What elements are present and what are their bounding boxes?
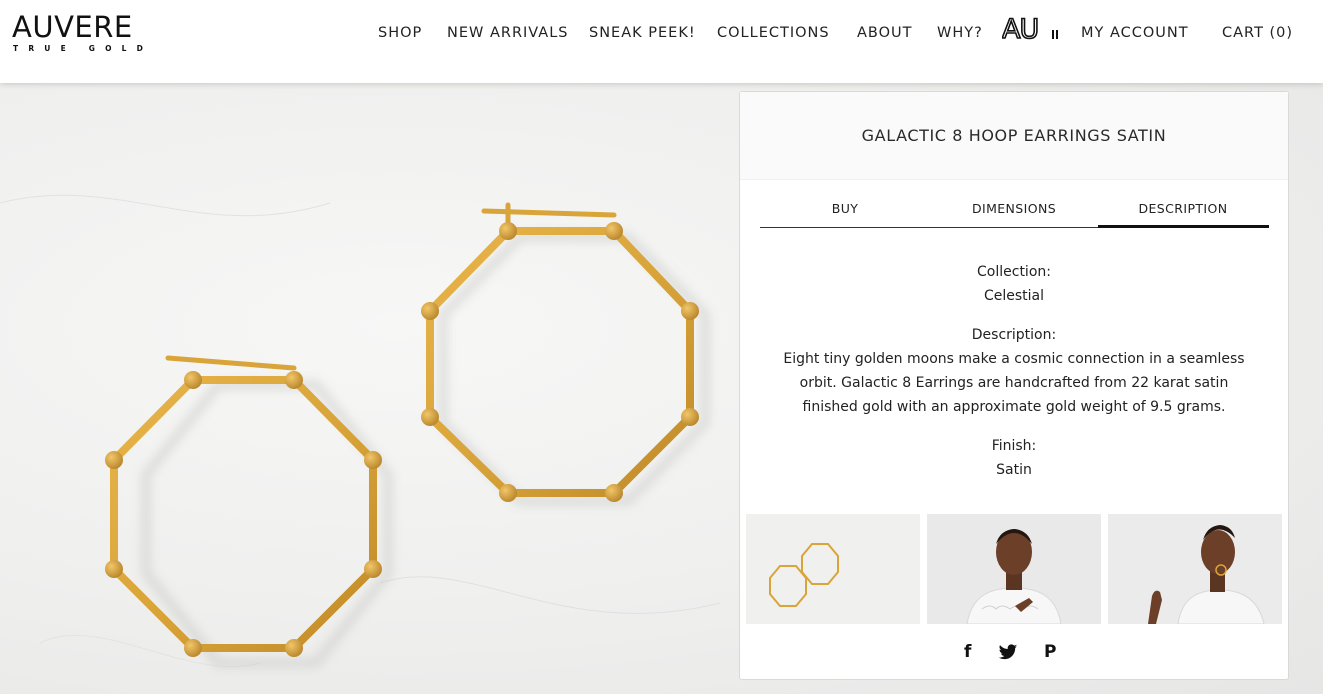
description-text: Eight tiny golden moons make a cosmic co… — [783, 351, 1245, 415]
right-hoop-earring — [421, 202, 699, 502]
product-tabs: BUY DIMENSIONS DESCRIPTION — [760, 184, 1269, 228]
tab-buy[interactable]: BUY — [760, 201, 930, 216]
brand-name: AUVERE — [12, 10, 133, 44]
thumbnail-gallery — [746, 514, 1283, 624]
tab-description[interactable]: DESCRIPTION — [1098, 201, 1268, 216]
au-logo-icon[interactable]: AU — [1001, 13, 1060, 46]
thumbnail-earrings[interactable] — [746, 514, 920, 624]
tab-dimensions[interactable]: DIMENSIONS — [929, 201, 1099, 216]
au-logo-text: AU — [1002, 14, 1038, 43]
description-content: Collection: Celestial Description: Eight… — [740, 260, 1288, 482]
description-label: Description: — [971, 327, 1057, 343]
nav-why[interactable]: WHY? — [937, 25, 983, 41]
earrings-illustration — [0, 194, 721, 668]
product-info-panel: GALACTIC 8 HOOP EARRINGS SATIN BUY DIMEN… — [739, 91, 1289, 680]
finish-value: Satin — [996, 462, 1032, 478]
nav-new-arrivals[interactable]: NEW ARRIVALS — [447, 25, 569, 41]
nav-my-account[interactable]: MY ACCOUNT — [1081, 25, 1189, 41]
facebook-icon[interactable]: f — [964, 642, 971, 662]
brand-tagline: TRUE GOLD — [13, 44, 154, 53]
nav-cart[interactable]: CART (0) — [1222, 25, 1293, 41]
site-header: AUVERE TRUE GOLD SHOP NEW ARRIVALS SNEAK… — [0, 0, 1323, 83]
twitter-icon[interactable] — [998, 644, 1018, 666]
finish-label: Finish: — [991, 438, 1037, 454]
nav-about[interactable]: ABOUT — [857, 25, 913, 41]
collection-value: Celestial — [983, 288, 1045, 304]
nav-sneak-peek[interactable]: SNEAK PEEK! — [589, 25, 696, 41]
panel-header: GALACTIC 8 HOOP EARRINGS SATIN — [740, 92, 1288, 180]
brand-logo[interactable]: AUVERE TRUE GOLD — [12, 12, 153, 53]
active-tab-indicator — [1098, 225, 1269, 228]
nav-collections[interactable]: COLLECTIONS — [717, 25, 830, 41]
collection-label: Collection: — [977, 264, 1051, 280]
product-title: GALACTIC 8 HOOP EARRINGS SATIN — [861, 126, 1167, 145]
pinterest-icon[interactable]: P — [1044, 642, 1056, 662]
thumbnail-model-front[interactable] — [927, 514, 1101, 624]
thumbnail-model-profile[interactable] — [1108, 514, 1282, 624]
nav-shop[interactable]: SHOP — [378, 25, 422, 41]
